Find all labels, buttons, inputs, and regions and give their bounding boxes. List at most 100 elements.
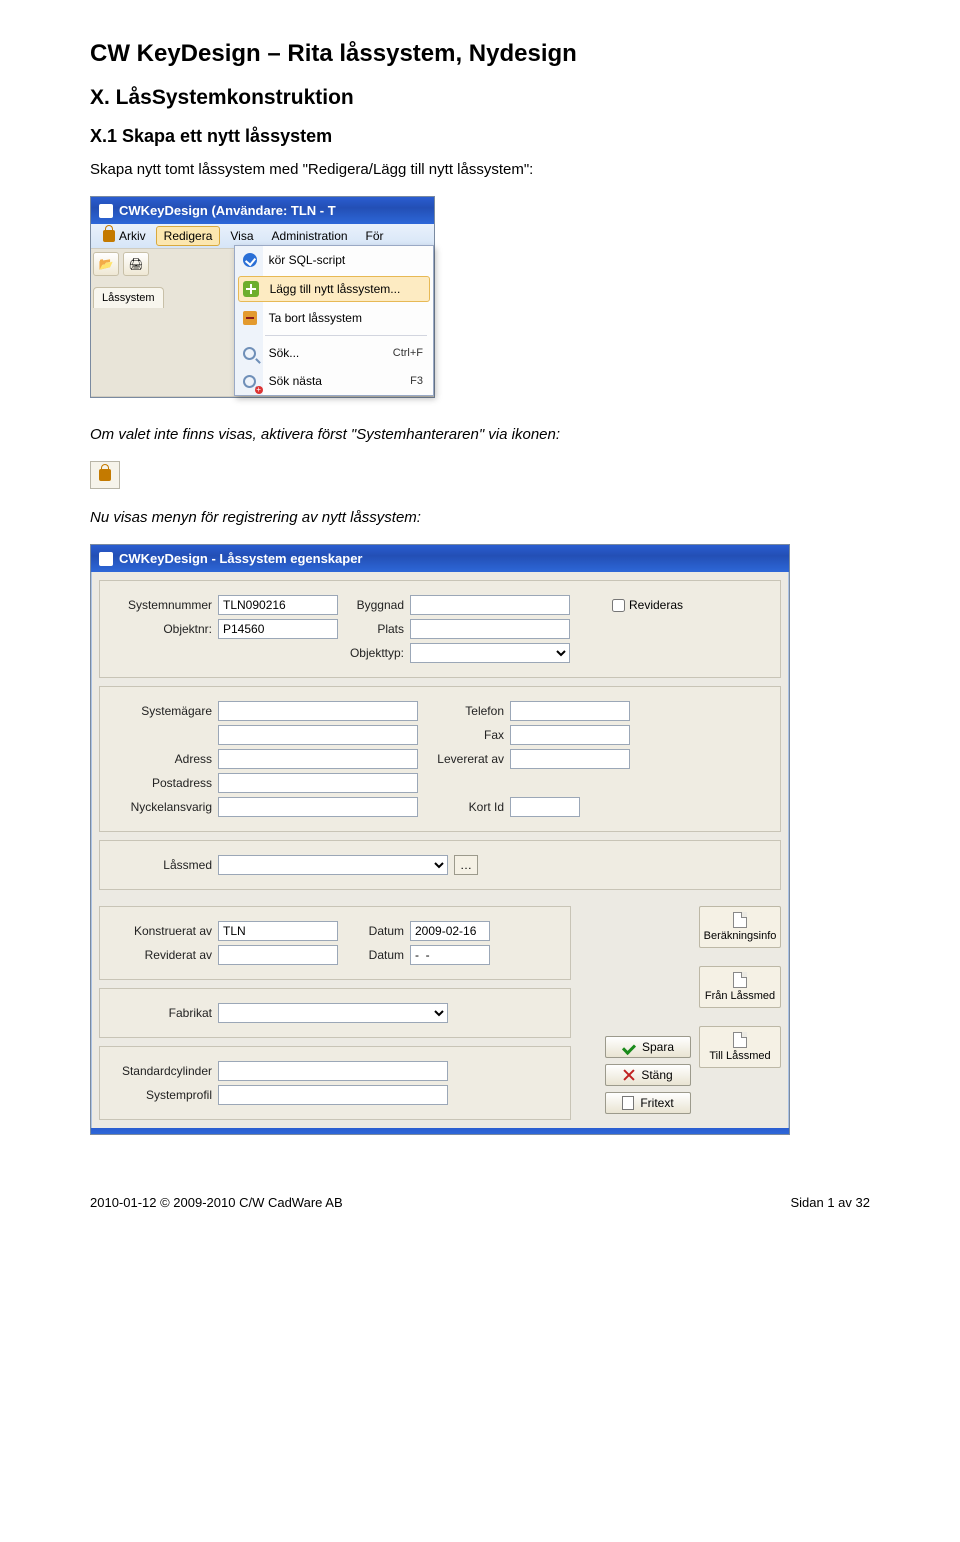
fritext-button[interactable]: Fritext <box>605 1092 691 1114</box>
document-icon <box>733 1032 747 1048</box>
menu-separator <box>265 335 427 336</box>
systemhanterare-icon-box[interactable] <box>90 461 120 489</box>
input-levererat[interactable] <box>510 749 630 769</box>
input-postadress[interactable] <box>218 773 418 793</box>
label-konstruerat-av: Konstruerat av <box>112 924 212 938</box>
label-standardcylinder: Standardcylinder <box>112 1064 212 1078</box>
menu-visa[interactable]: Visa <box>222 226 261 246</box>
menu-item-delete-lassystem[interactable]: Ta bort låssystem <box>235 304 433 332</box>
till-lassmed-button[interactable]: Till Låssmed <box>699 1026 781 1068</box>
document-icon <box>733 972 747 988</box>
screenshot-menu-window: CWKeyDesign (Användare: TLN - T Arkiv Re… <box>90 196 435 398</box>
input-kortid[interactable] <box>510 797 580 817</box>
close-icon <box>623 1069 635 1081</box>
toolbar-open-button[interactable]: 📂 <box>93 252 119 276</box>
menu-administration[interactable]: Administration <box>264 226 356 246</box>
input-datum2[interactable] <box>410 945 490 965</box>
group-lassmed: Låssmed … <box>99 840 781 890</box>
tab-lassystem[interactable]: Låssystem <box>93 287 164 308</box>
label-postadress: Postadress <box>112 776 212 790</box>
label-lassmed: Låssmed <box>112 858 212 872</box>
label-plats: Plats <box>344 622 404 636</box>
window-title: CWKeyDesign (Användare: TLN - T <box>119 203 336 218</box>
play-icon <box>243 253 257 267</box>
input-nyckelansvarig[interactable] <box>218 797 418 817</box>
dialog-title: CWKeyDesign - Låssystem egenskaper <box>119 551 362 566</box>
select-fabrikat[interactable] <box>218 1003 448 1023</box>
label-datum1: Datum <box>344 924 404 938</box>
toolbar: 📂 🖨 Låssystem kör SQL-script Lägg till n… <box>91 248 434 397</box>
input-konstruerat-av[interactable] <box>218 921 338 941</box>
properties-dialog: CWKeyDesign - Låssystem egenskaper Syste… <box>90 544 790 1135</box>
intro-text: Skapa nytt tomt låssystem med "Redigera/… <box>90 161 870 178</box>
label-systemnummer: Systemnummer <box>112 598 212 612</box>
redigera-dropdown: kör SQL-script Lägg till nytt låssystem.… <box>234 245 434 396</box>
till-lassmed-label: Till Låssmed <box>709 1050 770 1062</box>
fran-lassmed-label: Från Låssmed <box>705 990 775 1002</box>
select-lassmed[interactable] <box>218 855 448 875</box>
stang-button[interactable]: Stäng <box>605 1064 691 1086</box>
label-objekttyp: Objekttyp: <box>344 646 404 660</box>
berakningsinfo-button[interactable]: Beräkningsinfo <box>699 906 781 948</box>
input-fax[interactable] <box>510 725 630 745</box>
group-fabrikat: Fabrikat <box>99 988 571 1038</box>
input-systemnummer[interactable] <box>218 595 338 615</box>
menu-arkiv[interactable]: Arkiv <box>95 226 154 246</box>
spara-label: Spara <box>642 1040 674 1054</box>
search-next-icon <box>243 375 256 388</box>
menu-item-search-shortcut: Ctrl+F <box>393 347 423 359</box>
menu-item-searchnext-label: Sök nästa <box>269 374 401 388</box>
group-konstruerat: Konstruerat av Datum Reviderat av Datum <box>99 906 571 980</box>
select-objekttyp[interactable] <box>410 643 570 663</box>
checkbox-revideras[interactable] <box>612 599 625 612</box>
footer-left: 2010-01-12 © 2009-2010 C/W CadWare AB <box>90 1195 343 1210</box>
input-systemagare2[interactable] <box>218 725 418 745</box>
page-title-h2: X. LåsSystemkonstruktion <box>90 86 870 110</box>
search-plus-badge: + <box>255 386 263 394</box>
input-telefon[interactable] <box>510 701 630 721</box>
menu-item-search-label: Sök... <box>269 346 383 360</box>
input-objektnr[interactable] <box>218 619 338 639</box>
group-owner: Systemägare Telefon Fax Adress Levererat… <box>99 686 781 832</box>
menu-item-add-lassystem[interactable]: Lägg till nytt låssystem... <box>238 276 430 302</box>
lock-icon <box>103 230 115 242</box>
app-icon <box>99 552 113 566</box>
input-systemprofil[interactable] <box>218 1085 448 1105</box>
app-icon <box>99 204 113 218</box>
dialog-titlebar: CWKeyDesign - Låssystem egenskaper <box>91 545 789 572</box>
group-system: Systemnummer Byggnad Revideras Objektnr:… <box>99 580 781 678</box>
menu-item-sql-label: kör SQL-script <box>269 253 423 267</box>
menu-redigera[interactable]: Redigera <box>156 226 221 246</box>
input-standardcylinder[interactable] <box>218 1061 448 1081</box>
plus-icon <box>243 281 259 297</box>
input-plats[interactable] <box>410 619 570 639</box>
input-datum1[interactable] <box>410 921 490 941</box>
input-systemagare[interactable] <box>218 701 418 721</box>
fritext-label: Fritext <box>640 1096 673 1110</box>
input-byggnad[interactable] <box>410 595 570 615</box>
menu-arkiv-label: Arkiv <box>119 229 146 243</box>
label-nyckelansvarig: Nyckelansvarig <box>112 800 212 814</box>
menu-item-search[interactable]: Sök... Ctrl+F <box>235 339 433 367</box>
spara-button[interactable]: Spara <box>605 1036 691 1058</box>
label-telefon: Telefon <box>424 704 504 718</box>
fran-lassmed-button[interactable]: Från Låssmed <box>699 966 781 1008</box>
window-titlebar: CWKeyDesign (Användare: TLN - T <box>91 197 434 224</box>
stang-label: Stäng <box>641 1068 672 1082</box>
note-2: Nu visas menyn för registrering av nytt … <box>90 509 870 526</box>
group-cylinder: Standardcylinder Systemprofil <box>99 1046 571 1120</box>
menu-for[interactable]: För <box>358 226 392 246</box>
document-icon <box>622 1096 634 1110</box>
toolbar-save-button[interactable]: 🖨 <box>123 252 149 276</box>
footer-right: Sidan 1 av 32 <box>790 1195 870 1210</box>
menu-item-sql[interactable]: kör SQL-script <box>235 246 433 274</box>
document-icon <box>733 912 747 928</box>
input-adress[interactable] <box>218 749 418 769</box>
menu-item-search-next[interactable]: + Sök nästa F3 <box>235 367 433 395</box>
input-reviderat-av[interactable] <box>218 945 338 965</box>
label-kortid: Kort Id <box>424 800 504 814</box>
browse-lassmed-button[interactable]: … <box>454 855 478 875</box>
menu-item-searchnext-shortcut: F3 <box>410 375 423 387</box>
label-systemprofil: Systemprofil <box>112 1088 212 1102</box>
check-icon <box>622 1041 636 1053</box>
